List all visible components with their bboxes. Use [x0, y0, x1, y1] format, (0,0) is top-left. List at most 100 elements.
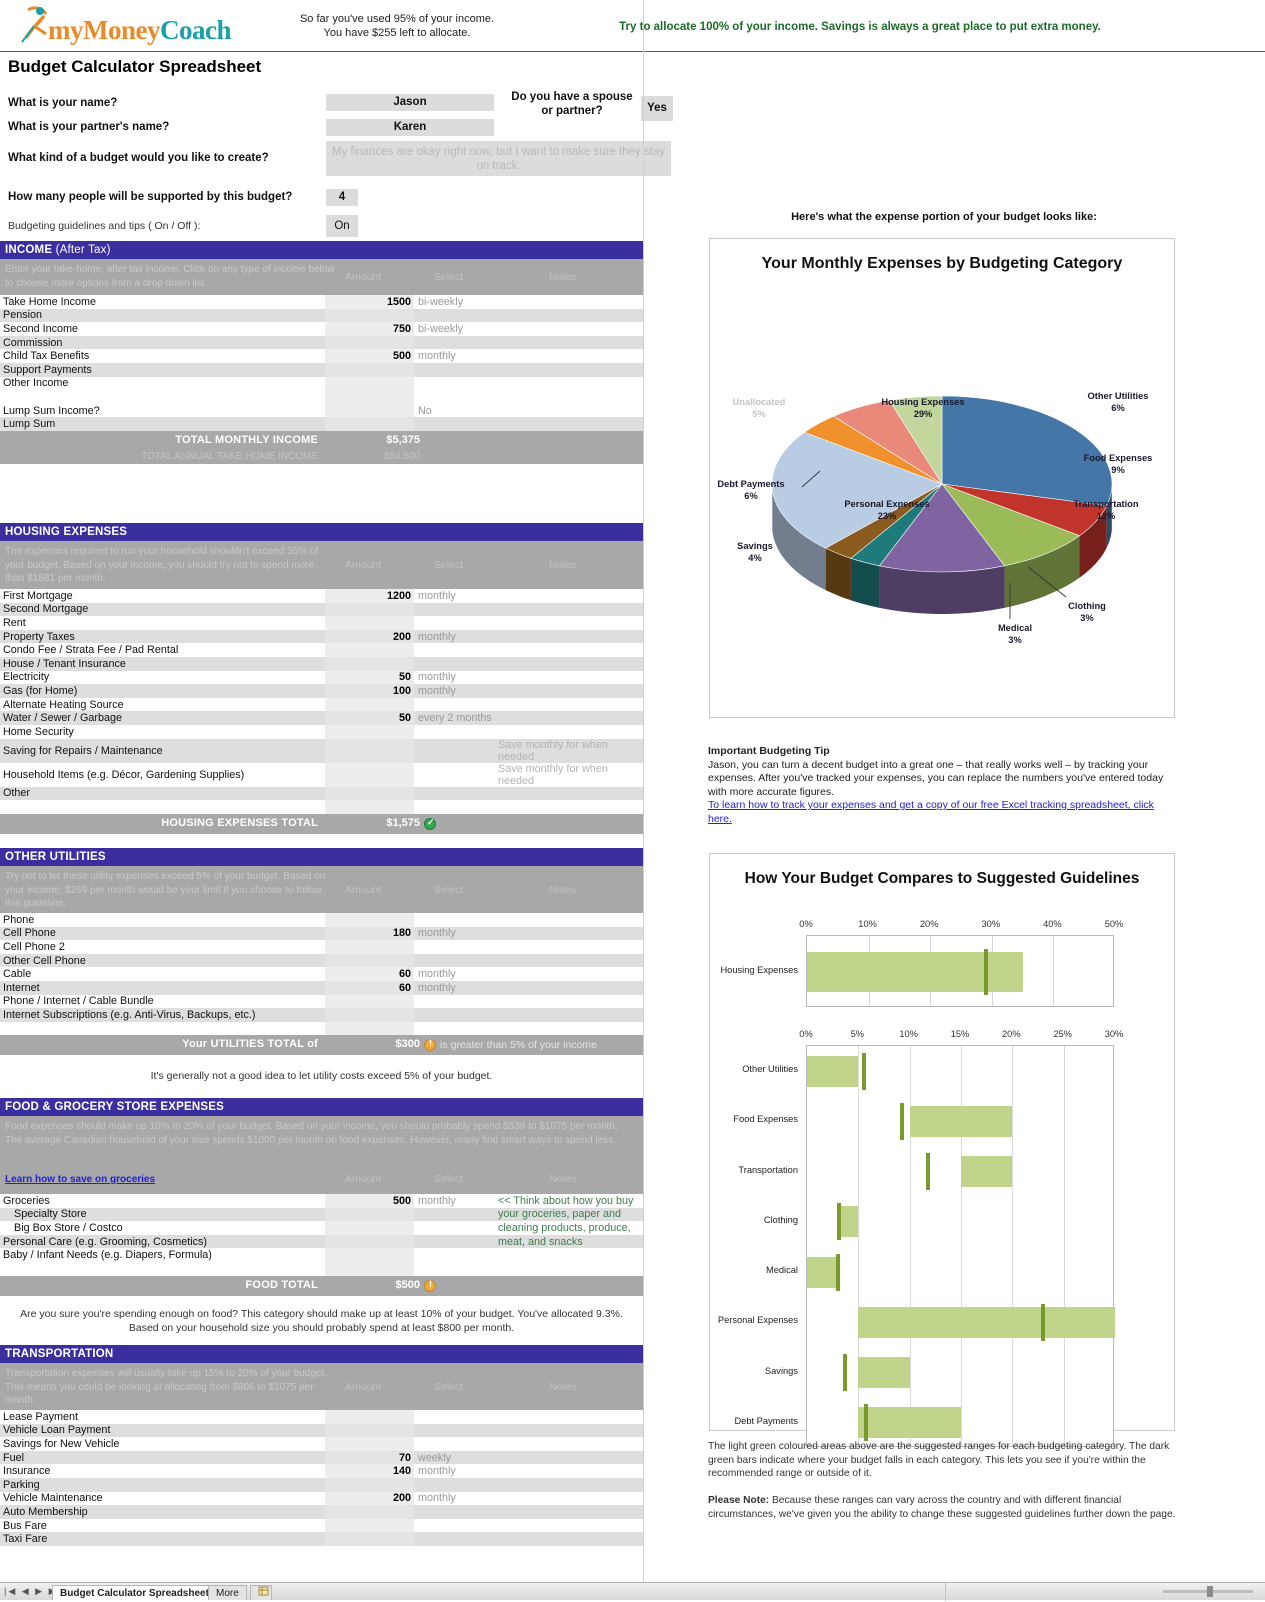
row-amount-input[interactable]: [325, 1477, 414, 1492]
new-sheet-button[interactable]: [250, 1585, 272, 1600]
row-amount-input[interactable]: [325, 913, 414, 927]
partner-name-input[interactable]: Karen: [326, 119, 494, 136]
row-frequency-select[interactable]: [414, 1234, 494, 1249]
table-row[interactable]: Internet 60 monthly: [0, 980, 643, 995]
row-frequency-select[interactable]: [414, 1261, 494, 1276]
save-on-groceries-link[interactable]: Learn how to save on groceries: [5, 1173, 155, 1187]
row-amount-input[interactable]: [325, 1207, 414, 1222]
table-row[interactable]: Auto Membership: [0, 1505, 643, 1519]
row-frequency-select[interactable]: bi-weekly: [414, 295, 494, 309]
row-amount-input[interactable]: 140: [325, 1464, 414, 1478]
row-frequency-select[interactable]: [414, 1207, 494, 1222]
row-amount-input[interactable]: [325, 616, 414, 630]
row-frequency-select[interactable]: [414, 953, 494, 968]
sheet-tab-more[interactable]: More: [208, 1585, 247, 1600]
table-row[interactable]: Rent: [0, 616, 643, 630]
row-frequency-select[interactable]: [414, 940, 494, 954]
row-frequency-select[interactable]: [414, 995, 494, 1009]
table-row[interactable]: Other Income: [0, 376, 643, 391]
row-amount-input[interactable]: 1200: [325, 589, 414, 603]
row-frequency-select[interactable]: [414, 763, 494, 787]
row-amount-input[interactable]: [325, 724, 414, 739]
row-amount-input[interactable]: 1500: [325, 295, 414, 309]
row-amount-input[interactable]: [325, 390, 414, 404]
row-amount-input[interactable]: [325, 602, 414, 617]
row-amount-input[interactable]: [325, 738, 414, 763]
row-amount-input[interactable]: [325, 940, 414, 954]
row-frequency-select[interactable]: [414, 786, 494, 801]
table-row[interactable]: Lease Payment: [0, 1410, 643, 1424]
row-amount-input[interactable]: 200: [325, 1491, 414, 1506]
row-amount-input[interactable]: [325, 1221, 414, 1235]
table-row[interactable]: Baby / Infant Needs (e.g. Diapers, Formu…: [0, 1248, 643, 1262]
table-row[interactable]: Fuel 70 weekly: [0, 1450, 643, 1465]
table-row[interactable]: Insurance 140 monthly: [0, 1464, 643, 1478]
table-row[interactable]: Parking: [0, 1477, 643, 1492]
table-row[interactable]: Gas (for Home) 100 monthly: [0, 684, 643, 698]
row-frequency-select[interactable]: [414, 1021, 494, 1036]
row-amount-input[interactable]: [325, 800, 414, 814]
row-amount-input[interactable]: 500: [325, 1194, 414, 1208]
table-row[interactable]: Alternate Heating Source: [0, 697, 643, 712]
row-amount-input[interactable]: [325, 643, 414, 657]
row-frequency-select[interactable]: [414, 1477, 494, 1492]
row-amount-input[interactable]: [325, 417, 414, 431]
row-frequency-select[interactable]: [414, 335, 494, 350]
table-row[interactable]: Vehicle Maintenance 200 monthly: [0, 1491, 643, 1506]
row-frequency-select[interactable]: monthly: [414, 684, 494, 698]
row-frequency-select[interactable]: [414, 602, 494, 617]
table-row[interactable]: Household Items (e.g. Décor, Gardening S…: [0, 762, 643, 787]
row-amount-input[interactable]: [325, 656, 414, 671]
row-frequency-select[interactable]: monthly: [414, 629, 494, 644]
row-amount-input[interactable]: [325, 786, 414, 801]
row-frequency-select[interactable]: [414, 1437, 494, 1451]
table-row[interactable]: Lump Sum: [0, 417, 643, 431]
table-row[interactable]: Cable 60 monthly: [0, 967, 643, 981]
row-frequency-select[interactable]: [414, 390, 494, 404]
row-amount-input[interactable]: [325, 1518, 414, 1533]
name-input[interactable]: Jason: [326, 94, 494, 111]
row-amount-input[interactable]: [325, 1261, 414, 1276]
row-amount-input[interactable]: 500: [325, 349, 414, 363]
row-amount-input[interactable]: 70: [325, 1450, 414, 1465]
table-row[interactable]: Home Security: [0, 724, 643, 739]
table-row[interactable]: Cell Phone 180 monthly: [0, 926, 643, 941]
table-row[interactable]: Saving for Repairs / Maintenance Save mon…: [0, 738, 643, 763]
row-amount-input[interactable]: 200: [325, 629, 414, 644]
table-row[interactable]: Groceries 500 monthly << Think about how yo…: [0, 1194, 643, 1208]
table-row[interactable]: Bus Fare: [0, 1518, 643, 1533]
row-amount-input[interactable]: 100: [325, 684, 414, 698]
table-row[interactable]: House / Tenant Insurance: [0, 656, 643, 671]
row-amount-input[interactable]: [325, 403, 414, 418]
row-amount-input[interactable]: [325, 1423, 414, 1438]
row-amount-input[interactable]: [325, 1248, 414, 1262]
table-row[interactable]: Savings for New Vehicle: [0, 1437, 643, 1451]
row-amount-input[interactable]: [325, 1234, 414, 1249]
table-row[interactable]: Commission: [0, 335, 643, 350]
row-frequency-select[interactable]: [414, 1248, 494, 1262]
row-amount-input[interactable]: 50: [325, 711, 414, 725]
row-frequency-select[interactable]: [414, 362, 494, 377]
row-amount-input[interactable]: [325, 335, 414, 350]
table-row[interactable]: [0, 1261, 643, 1276]
table-row[interactable]: Child Tax Benefits 500 monthly: [0, 349, 643, 363]
row-frequency-select[interactable]: [414, 643, 494, 657]
row-frequency-select[interactable]: [414, 1423, 494, 1438]
row-frequency-select[interactable]: [414, 656, 494, 671]
row-amount-input[interactable]: [325, 953, 414, 968]
row-frequency-select[interactable]: [414, 725, 494, 739]
row-frequency-select[interactable]: monthly: [414, 926, 494, 941]
expense-tracking-link[interactable]: To learn how to track your expenses and …: [708, 799, 1154, 825]
row-frequency-select[interactable]: weekly: [414, 1450, 494, 1465]
table-row[interactable]: Support Payments: [0, 362, 643, 377]
row-frequency-select[interactable]: monthly: [414, 1194, 494, 1208]
table-row[interactable]: Taxi Fare: [0, 1532, 643, 1546]
row-frequency-select[interactable]: [414, 417, 494, 431]
table-row[interactable]: Cell Phone 2: [0, 940, 643, 954]
row-amount-input[interactable]: [325, 1021, 414, 1036]
table-row[interactable]: Water / Sewer / Garbage 50 every 2 months: [0, 711, 643, 725]
row-frequency-select[interactable]: [414, 308, 494, 323]
row-frequency-select[interactable]: [414, 1505, 494, 1519]
row-amount-input[interactable]: [325, 762, 414, 787]
row-frequency-select[interactable]: monthly: [414, 589, 494, 603]
